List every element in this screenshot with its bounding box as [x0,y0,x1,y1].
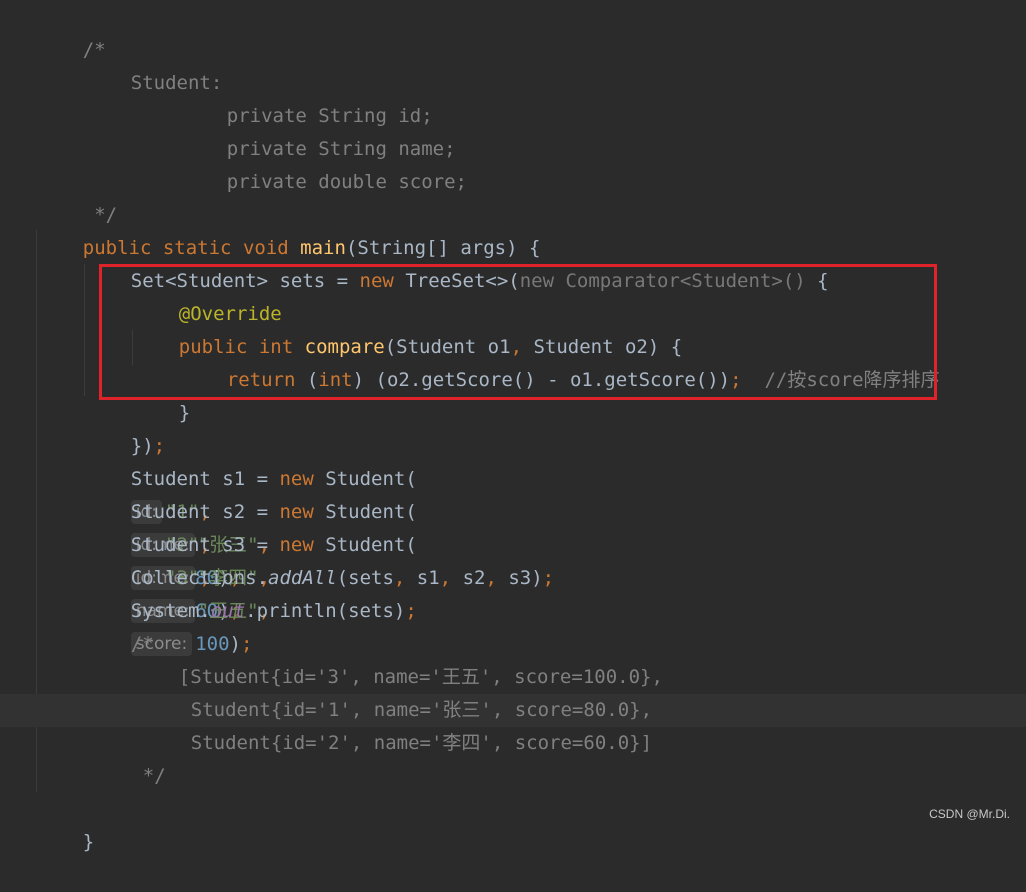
red-highlight-box [99,264,937,400]
code-line-2: Student: [85,34,1026,94]
code-line-17: Collections.addAll(sets, s1, s2, s3); [85,529,1026,589]
code-line-3: private String id; [181,67,1026,127]
code-line-21: Student{id='1', name='张三', score=80.0}, [145,661,1026,721]
code-line-15: Student s2 = new Student( id: "2", name: "… [130,501,417,623]
code-line-23: */ [97,727,1026,787]
code-line-13: }); [85,397,1026,457]
code-line-14: Student s1 = new Student( id: "1", name: "… [130,468,417,590]
code-line-6: */ [37,166,1026,226]
code-line-5: private double score; [181,133,1026,193]
code-line-4: private String name; [181,100,1026,160]
code-line-1: /* [37,1,1026,61]
code-line-16: Student s3 = new Student( id: "3", name: "… [130,534,417,656]
code-line-7: public static void main(String[] args) { [37,199,1026,259]
code-line-19: /* [85,595,1026,655]
code-editor[interactable]: /* Student: private String id; private S… [0,0,1026,853]
code-line-8: Set<Student> sets = new TreeSet<>(new Co… [85,232,1026,292]
code-line-22: Student{id='2', name='李四', score=60.0}] [145,694,1026,754]
closing-brace: } [82,831,95,853]
code-line-25: } [37,793,1026,853]
comment-close: */ [142,765,166,787]
code-line-20: [Student{id='3', name='王五', score=100.0}… [133,628,1026,688]
watermark: CSDN @Mr.Di. [929,807,1010,821]
code-line-18: System.out.println(sets); [85,562,1026,622]
